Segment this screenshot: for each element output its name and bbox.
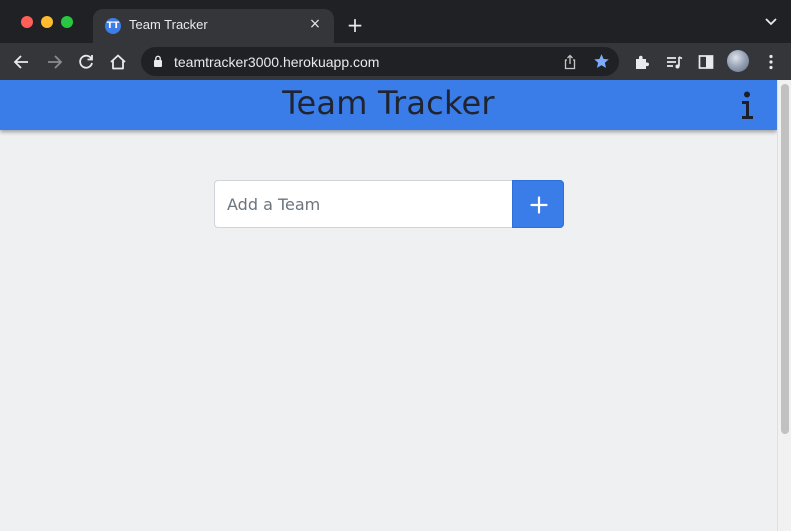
add-team-button[interactable] — [512, 180, 564, 228]
forward-icon[interactable] — [43, 51, 65, 73]
window-minimize-button[interactable] — [41, 16, 53, 28]
lock-icon[interactable] — [153, 55, 163, 67]
reload-icon[interactable] — [75, 51, 97, 73]
plus-icon — [530, 196, 548, 214]
page-scrollbar[interactable] — [777, 80, 791, 531]
window-maximize-button[interactable] — [61, 16, 73, 28]
scrollbar-thumb[interactable] — [781, 84, 789, 434]
profile-avatar[interactable] — [727, 50, 749, 72]
page-title: Team Tracker — [282, 84, 495, 122]
media-icon[interactable] — [663, 51, 685, 73]
browser-toolbar: teamtracker3000.herokuapp.com — [0, 43, 791, 80]
app-header: Team Tracker — [0, 80, 777, 130]
tab-close-icon[interactable]: × — [306, 15, 324, 33]
url-text[interactable]: teamtracker3000.herokuapp.com — [174, 54, 379, 70]
back-icon[interactable] — [11, 51, 33, 73]
side-panel-icon[interactable] — [695, 51, 717, 73]
share-icon[interactable] — [563, 54, 577, 70]
page-viewport: Team Tracker — [0, 80, 791, 531]
address-bar[interactable]: teamtracker3000.herokuapp.com — [141, 47, 619, 76]
home-icon[interactable] — [107, 51, 129, 73]
info-icon[interactable] — [738, 89, 758, 121]
extensions-icon[interactable] — [631, 51, 653, 73]
window-close-button[interactable] — [21, 16, 33, 28]
new-tab-icon[interactable]: + — [344, 14, 366, 36]
tab-title: Team Tracker — [129, 17, 208, 32]
tab-search-chevron-icon[interactable] — [763, 16, 779, 28]
menu-icon[interactable] — [760, 51, 782, 73]
browser-tab-strip: TT Team Tracker × + — [0, 0, 791, 43]
bookmark-star-icon[interactable] — [593, 53, 610, 70]
add-team-input[interactable] — [214, 180, 513, 228]
browser-tab-active[interactable]: TT Team Tracker × — [93, 9, 334, 43]
tab-favicon-icon: TT — [105, 18, 121, 34]
